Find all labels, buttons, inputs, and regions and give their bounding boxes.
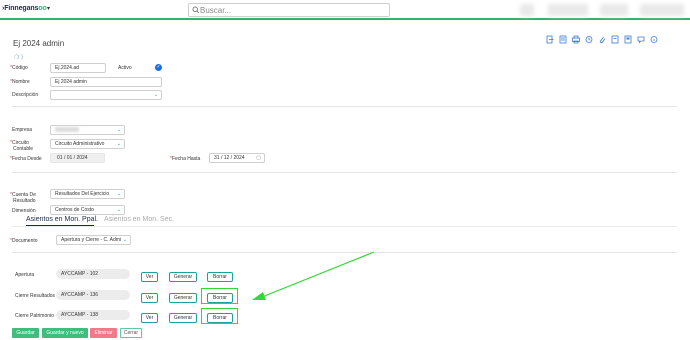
- eliminar-button[interactable]: Eliminar: [90, 328, 117, 338]
- guardar-button[interactable]: Guardar: [12, 328, 39, 338]
- annotation-arrow-icon: [252, 251, 375, 300]
- cerrar-button[interactable]: Cerrar: [120, 328, 142, 338]
- guardar-y-nuevo-button[interactable]: Guardar y nuevo: [42, 328, 88, 338]
